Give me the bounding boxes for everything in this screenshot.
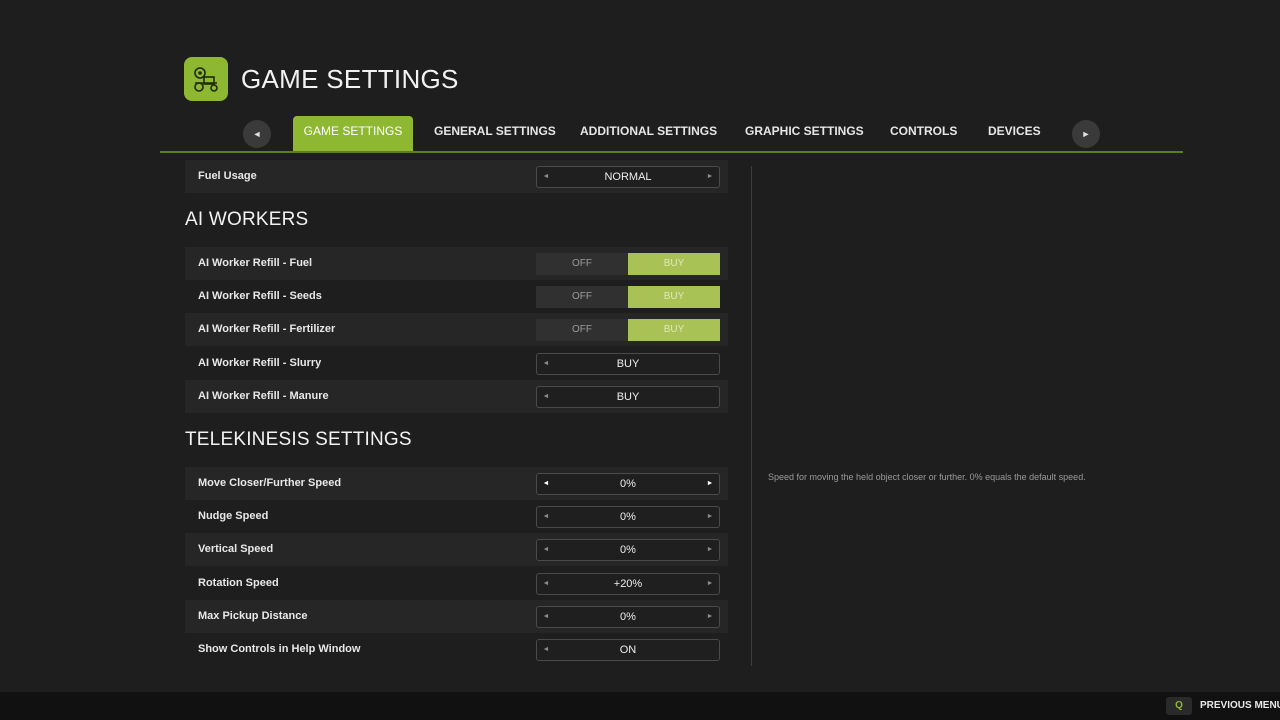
refill-fuel-toggle[interactable]: OFF BUY xyxy=(536,253,720,275)
bottom-action-bar: Q PREVIOUS MENU xyxy=(0,692,1280,720)
nudge-speed-selector[interactable]: ◄ 0% ► xyxy=(536,506,720,528)
setting-row-show-controls: Show Controls in Help Window ◄ ON xyxy=(185,633,728,666)
setting-label: Max Pickup Distance xyxy=(198,610,308,622)
setting-label: Move Closer/Further Speed xyxy=(198,477,342,489)
setting-row-fuel-usage: Fuel Usage ◄ NORMAL ► xyxy=(185,160,728,193)
toggle-off-option[interactable]: OFF xyxy=(536,253,628,275)
toggle-off-option[interactable]: OFF xyxy=(536,319,628,341)
setting-label: Show Controls in Help Window xyxy=(198,643,361,655)
section-title-ai-workers: AI WORKERS xyxy=(185,209,309,230)
selector-right-arrow-icon[interactable]: ► xyxy=(701,607,719,627)
selector-value: ON xyxy=(619,644,637,656)
selector-left-arrow-icon[interactable]: ◄ xyxy=(537,167,555,187)
setting-row-refill-slurry: AI Worker Refill - Slurry ◄ BUY xyxy=(185,347,728,380)
tab-bar: ◄ GAME SETTINGS GENERAL SETTINGS ADDITIO… xyxy=(0,116,1280,154)
show-controls-selector[interactable]: ◄ ON xyxy=(536,639,720,661)
toggle-buy-option[interactable]: BUY xyxy=(628,286,720,308)
selector-left-arrow-icon[interactable]: ◄ xyxy=(537,540,555,560)
setting-label: Nudge Speed xyxy=(198,510,269,522)
setting-row-refill-fertilizer: AI Worker Refill - Fertilizer OFF BUY xyxy=(185,313,728,346)
tab-devices[interactable]: DEVICES xyxy=(988,116,1041,152)
page-title: GAME SETTINGS xyxy=(241,64,459,94)
game-logo-icon xyxy=(184,57,228,101)
selector-left-arrow-icon[interactable]: ◄ xyxy=(537,387,555,407)
selector-right-arrow-icon[interactable]: ► xyxy=(701,540,719,560)
selector-value: 0% xyxy=(620,611,636,623)
selector-value: 0% xyxy=(620,478,636,490)
selector-value: 0% xyxy=(620,544,636,556)
selector-left-arrow-icon[interactable]: ◄ xyxy=(537,474,555,494)
tab-prev-arrow-icon[interactable]: ◄ xyxy=(243,120,271,148)
tab-game-settings[interactable]: GAME SETTINGS xyxy=(293,116,413,152)
setting-label: AI Worker Refill - Seeds xyxy=(198,290,322,302)
vertical-speed-selector[interactable]: ◄ 0% ► xyxy=(536,539,720,561)
tab-next-arrow-icon[interactable]: ► xyxy=(1072,120,1100,148)
setting-row-rotation-speed: Rotation Speed ◄ +20% ► xyxy=(185,567,728,600)
selector-left-arrow-icon[interactable]: ◄ xyxy=(537,607,555,627)
toggle-buy-option[interactable]: BUY xyxy=(628,253,720,275)
selector-right-arrow-icon[interactable]: ► xyxy=(701,167,719,187)
tab-general-settings[interactable]: GENERAL SETTINGS xyxy=(434,116,556,152)
selector-left-arrow-icon[interactable]: ◄ xyxy=(537,354,555,374)
tab-underline xyxy=(160,151,1183,153)
selector-value: NORMAL xyxy=(604,171,652,183)
fuel-usage-selector[interactable]: ◄ NORMAL ► xyxy=(536,166,720,188)
setting-label: AI Worker Refill - Manure xyxy=(198,390,329,402)
selector-right-arrow-icon[interactable]: ► xyxy=(701,507,719,527)
tab-graphic-settings[interactable]: GRAPHIC SETTINGS xyxy=(745,116,864,152)
setting-row-move-speed: Move Closer/Further Speed ◄ 0% ► xyxy=(185,467,728,500)
move-speed-selector[interactable]: ◄ 0% ► xyxy=(536,473,720,495)
setting-label: AI Worker Refill - Fuel xyxy=(198,257,313,269)
previous-menu-button[interactable]: PREVIOUS MENU xyxy=(1200,692,1280,720)
setting-row-vertical-speed: Vertical Speed ◄ 0% ► xyxy=(185,533,728,566)
selector-value: 0% xyxy=(620,511,636,523)
selector-left-arrow-icon[interactable]: ◄ xyxy=(537,574,555,594)
toggle-buy-option[interactable]: BUY xyxy=(628,319,720,341)
setting-label: AI Worker Refill - Fertilizer xyxy=(198,323,336,335)
setting-row-refill-fuel: AI Worker Refill - Fuel OFF BUY xyxy=(185,247,728,280)
selector-right-arrow-icon[interactable]: ► xyxy=(701,574,719,594)
setting-row-refill-manure: AI Worker Refill - Manure ◄ BUY xyxy=(185,380,728,413)
setting-row-nudge-speed: Nudge Speed ◄ 0% ► xyxy=(185,500,728,533)
setting-row-max-pickup-distance: Max Pickup Distance ◄ 0% ► xyxy=(185,600,728,633)
selector-right-arrow-icon[interactable]: ► xyxy=(701,474,719,494)
tab-controls[interactable]: CONTROLS xyxy=(890,116,957,152)
toggle-off-option[interactable]: OFF xyxy=(536,286,628,308)
tab-additional-settings[interactable]: ADDITIONAL SETTINGS xyxy=(580,116,717,152)
refill-slurry-selector[interactable]: ◄ BUY xyxy=(536,353,720,375)
selector-value: +20% xyxy=(613,578,643,590)
rotation-speed-selector[interactable]: ◄ +20% ► xyxy=(536,573,720,595)
refill-manure-selector[interactable]: ◄ BUY xyxy=(536,386,720,408)
refill-fertilizer-toggle[interactable]: OFF BUY xyxy=(536,319,720,341)
setting-label: AI Worker Refill - Slurry xyxy=(198,357,322,369)
selector-left-arrow-icon[interactable]: ◄ xyxy=(537,507,555,527)
setting-label: Fuel Usage xyxy=(198,170,257,182)
panel-divider xyxy=(751,166,752,666)
refill-seeds-toggle[interactable]: OFF BUY xyxy=(536,286,720,308)
setting-row-refill-seeds: AI Worker Refill - Seeds OFF BUY xyxy=(185,280,728,313)
section-title-telekinesis: TELEKINESIS SETTINGS xyxy=(185,429,412,450)
selector-value: BUY xyxy=(616,391,640,403)
selector-value: BUY xyxy=(616,358,640,370)
setting-label: Rotation Speed xyxy=(198,577,279,589)
setting-help-text: Speed for moving the held object closer … xyxy=(768,472,1086,482)
key-q-badge: Q xyxy=(1166,697,1192,715)
setting-label: Vertical Speed xyxy=(198,543,274,555)
max-pickup-distance-selector[interactable]: ◄ 0% ► xyxy=(536,606,720,628)
selector-left-arrow-icon[interactable]: ◄ xyxy=(537,640,555,660)
